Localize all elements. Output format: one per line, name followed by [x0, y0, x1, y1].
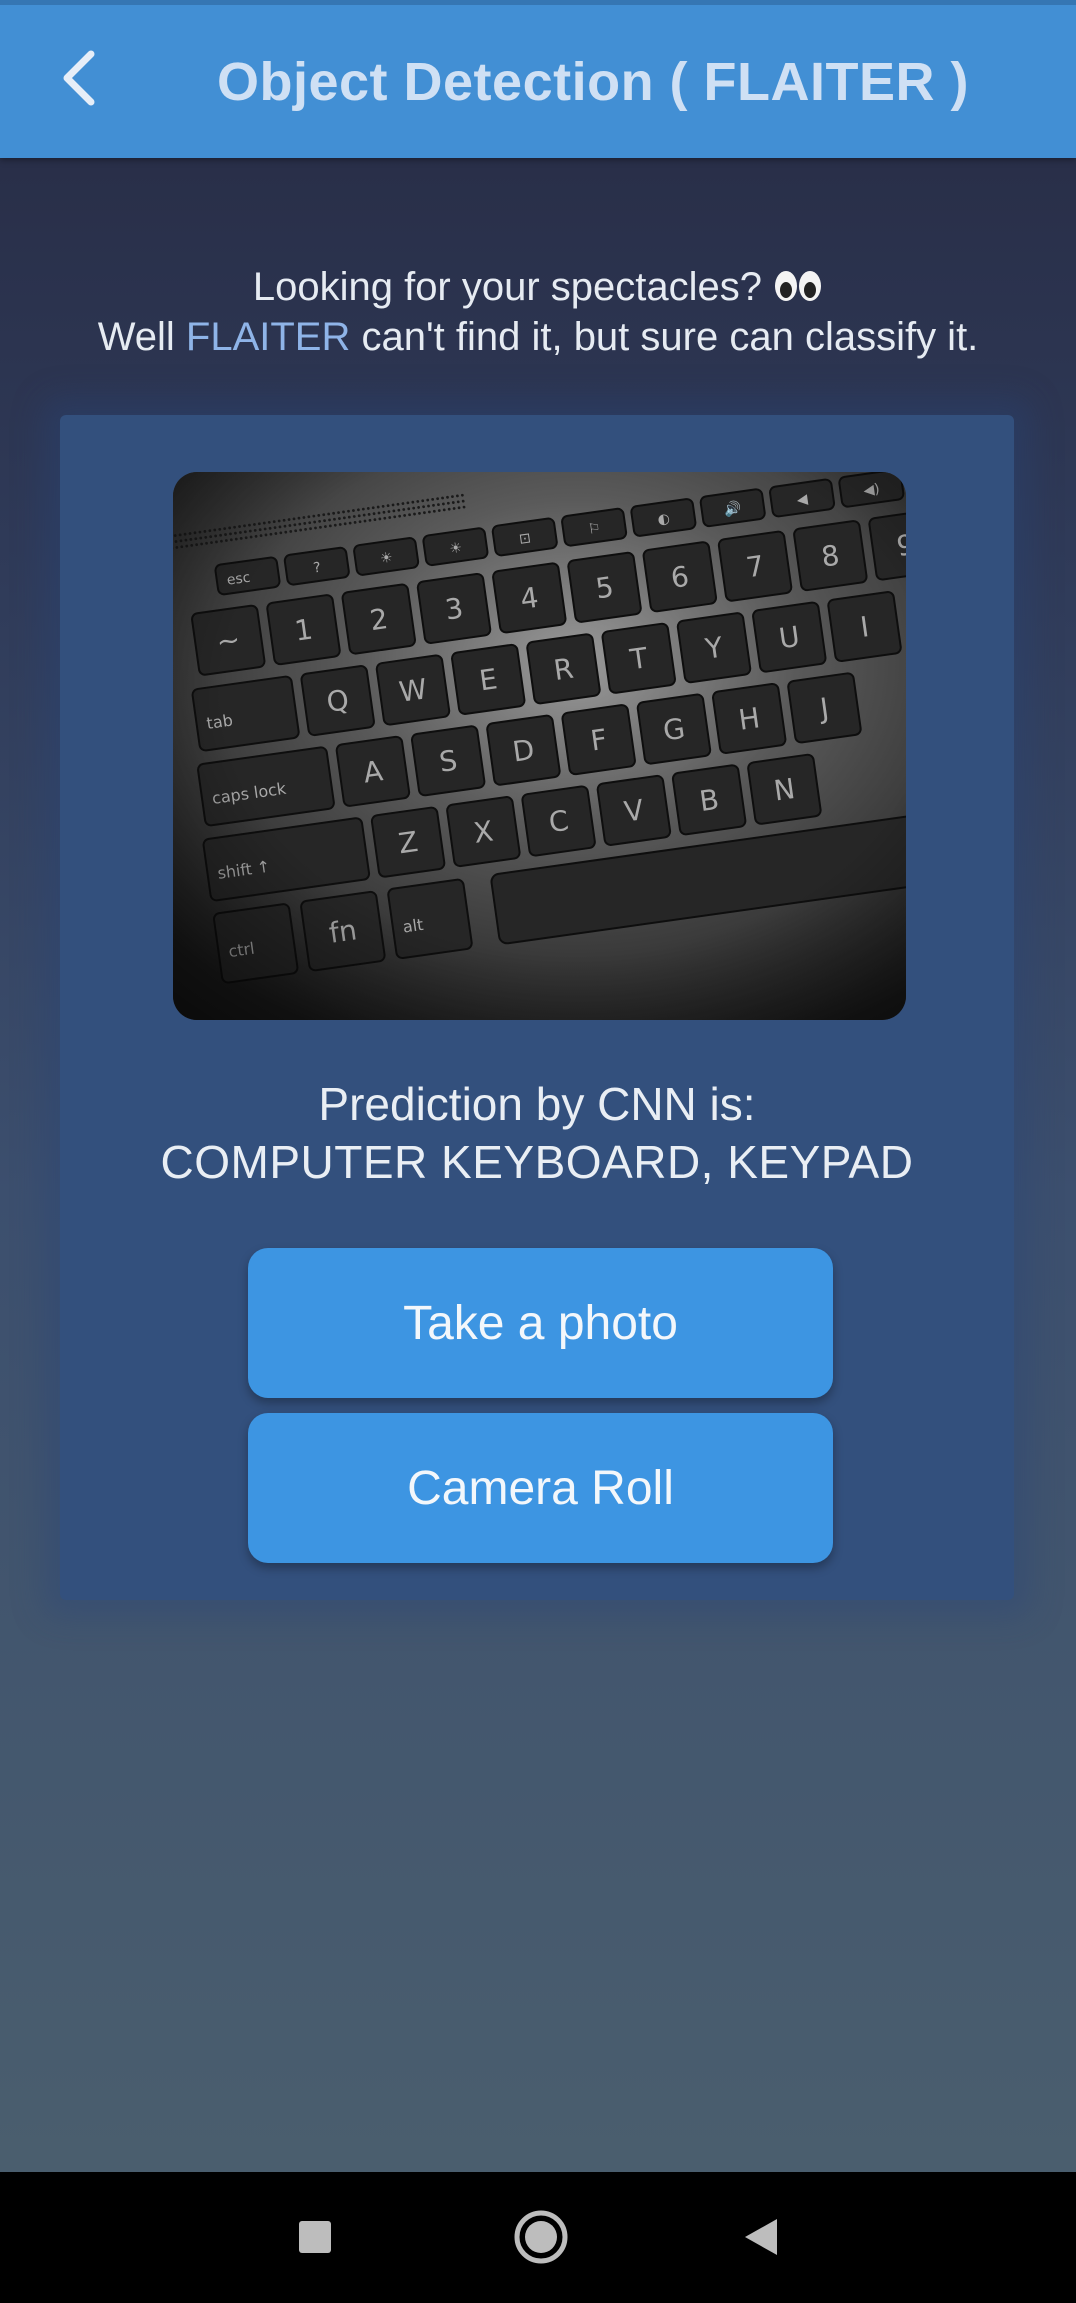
intro-text: Looking for your spectacles? Well FLAITE…	[0, 262, 1076, 362]
camera-roll-button[interactable]: Camera Roll	[248, 1413, 833, 1563]
home-button[interactable]	[496, 2192, 586, 2282]
eyes-icon	[775, 271, 822, 301]
intro-line-2: Well FLAITER can't find it, but sure can…	[97, 315, 979, 359]
app-bar: Object Detection ( FLAITER )	[0, 0, 1076, 158]
system-nav-bar	[0, 2172, 1076, 2303]
back-button[interactable]	[44, 43, 114, 113]
intro-line-1: Looking for your spectacles?	[0, 262, 1076, 312]
page-title: Object Detection ( FLAITER )	[216, 51, 970, 112]
prediction-result: Prediction by CNN is: COMPUTER KEYBOARD,…	[60, 1075, 1014, 1191]
app-screen: Object Detection ( FLAITER ) Looking for…	[0, 0, 1076, 2172]
nav-back-button[interactable]	[716, 2192, 806, 2282]
keyboard-photo: esc?☀☀⊡⚐◐🔊◀◀)|◀◀~123456789tabQWERTYUIcap…	[173, 472, 906, 1020]
recent-apps-button[interactable]	[270, 2192, 360, 2282]
selected-photo: esc?☀☀⊡⚐◐🔊◀◀)|◀◀~123456789tabQWERTYUIcap…	[173, 472, 906, 1020]
prediction-card: esc?☀☀⊡⚐◐🔊◀◀)|◀◀~123456789tabQWERTYUIcap…	[60, 415, 1014, 1600]
take-photo-button[interactable]: Take a photo	[248, 1248, 833, 1398]
prediction-value: COMPUTER KEYBOARD, KEYPAD	[160, 1136, 914, 1188]
chevron-left-icon	[63, 50, 95, 106]
prediction-label: Prediction by CNN is:	[318, 1078, 756, 1130]
circle-home-icon	[514, 2210, 568, 2264]
brand-name: FLAITER	[185, 315, 351, 359]
triangle-back-icon	[745, 2219, 777, 2255]
square-icon	[299, 2221, 331, 2253]
